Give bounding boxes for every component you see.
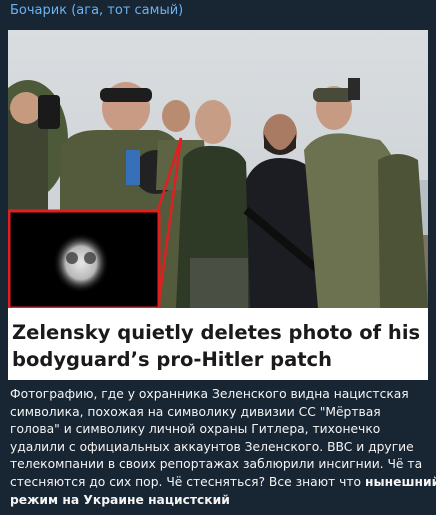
caption-bold: нынешний bbox=[365, 474, 436, 489]
post-image-card[interactable]: Zelensky quietly deletes photo of his bo… bbox=[8, 30, 428, 380]
post-photo[interactable] bbox=[8, 30, 428, 308]
caption-bold: режим на Украине нацистский bbox=[10, 492, 230, 507]
caption-line: удалили с официальных аккаунтов Зеленско… bbox=[10, 439, 414, 454]
caption-line: режим на Украине нацистский bbox=[10, 492, 430, 510]
channel-post: Бочарик (ага, тот самый) Zelensky quietl… bbox=[0, 0, 436, 515]
blurred-insignia bbox=[53, 233, 109, 293]
headline-line: bodyguard’s pro-Hitler patch bbox=[12, 348, 332, 371]
headline: Zelensky quietly deletes photo of his bo… bbox=[12, 319, 424, 373]
caption-line: Фотографию, где у охранника Зеленского в… bbox=[10, 387, 409, 401]
caption-text: стесняются до сих пор. Чё стесняться? Вс… bbox=[10, 474, 365, 489]
caption-line: символика, похожая на символику дивизии … bbox=[10, 404, 381, 419]
photo-illustration bbox=[8, 30, 428, 308]
sender-name[interactable]: Бочарик (ага, тот самый) bbox=[10, 2, 183, 20]
post-caption: Фотографию, где у охранника Зеленского в… bbox=[10, 386, 436, 510]
caption-line: телекомпании в своих репортажах заблюрил… bbox=[10, 457, 423, 472]
caption-line: голова" и символику личной охраны Гитлер… bbox=[10, 422, 381, 437]
caption-line: стесняются до сих пор. Чё стесняться? Вс… bbox=[10, 474, 436, 492]
headline-line: Zelensky quietly deletes photo of his bbox=[12, 321, 421, 344]
